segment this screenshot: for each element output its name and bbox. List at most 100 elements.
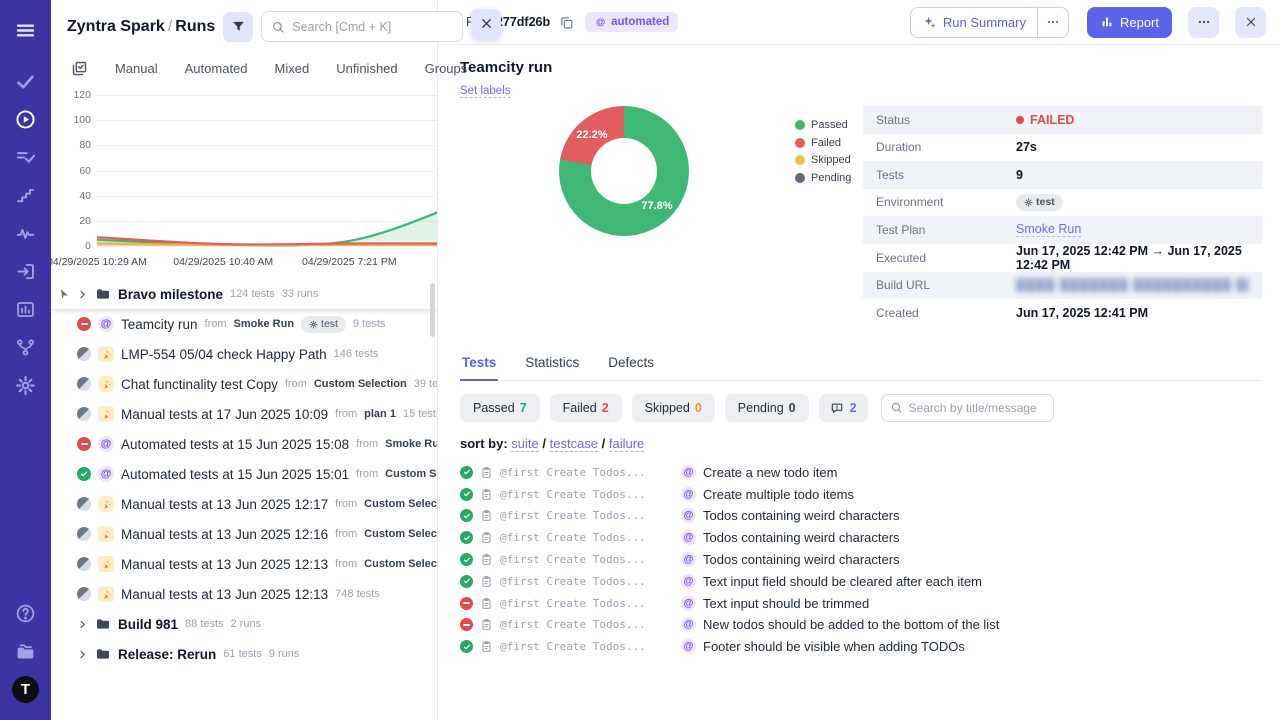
check-sm-icon [463, 577, 471, 585]
detail-value: 9 [1016, 168, 1023, 182]
run-row[interactable]: LMP-554 05/04 check Happy Path 146 tests [51, 339, 437, 369]
runs-search[interactable] [261, 11, 464, 42]
clipboard-icon [480, 618, 493, 631]
sidebar-item-gear[interactable] [9, 369, 43, 402]
tab-mixed[interactable]: Mixed [275, 61, 310, 76]
test-row[interactable]: @first Create Todos... @ Footer should be … [460, 636, 1262, 658]
run-title: Automated tests at 15 Jun 2025 15:08 [121, 436, 350, 452]
legend-label: Failed [811, 136, 841, 149]
tab-defects[interactable]: Defects [606, 351, 656, 381]
filter-icon [231, 19, 246, 34]
sidebar-item-list-check[interactable] [9, 141, 43, 174]
tests-search[interactable] [880, 393, 1054, 422]
sidebar-item-check[interactable] [9, 65, 43, 98]
sort-by-suite[interactable]: suite [511, 435, 539, 452]
list-check-icon [15, 147, 36, 168]
test-row[interactable]: @first Create Todos... @ Text input field … [460, 570, 1262, 592]
run-group-runs-count: 33 runs [281, 288, 319, 300]
test-row[interactable]: @first Create Todos... @ Create a new todo… [460, 462, 1262, 484]
run-row[interactable]: @ Automated tests at 15 Jun 2025 15:01 fro… [51, 459, 437, 489]
folder-icon [95, 286, 111, 302]
automated-badge[interactable]: @ automated [585, 12, 679, 32]
passed-filter-pill[interactable]: Passed 7 [460, 393, 540, 422]
test-row[interactable]: @first Create Todos... @ Todos containing … [460, 527, 1262, 549]
sidebar-item-branch[interactable] [9, 331, 43, 364]
sidebar-item-menu[interactable] [9, 14, 43, 47]
sidebar-item-steps[interactable] [9, 179, 43, 212]
report-button[interactable]: Report [1086, 6, 1172, 38]
comments-filter-pill[interactable]: 2 [818, 393, 868, 422]
test-row[interactable]: @first Create Todos... @ Create multiple t… [460, 483, 1262, 505]
sidebar-item-logo[interactable]: T [9, 673, 43, 706]
pending-filter-pill[interactable]: Pending 0 [724, 393, 809, 422]
run-group-row[interactable]: Build 981 88 tests 2 runs [51, 609, 437, 639]
run-row[interactable]: @ Teamcity run from Smoke Run test 9 tests [51, 309, 437, 339]
search-icon [271, 20, 285, 34]
check-sm-icon [463, 468, 471, 476]
multi-select-icon[interactable] [71, 60, 88, 77]
run-title: Manual tests at 13 Jun 2025 12:16 [121, 526, 329, 542]
sidebar-item-runs[interactable] [9, 103, 43, 136]
legend-item-passed[interactable]: Passed [795, 119, 851, 131]
runs-panel-header: Zyntra Spark / Runs [51, 0, 502, 48]
test-row[interactable]: @first Create Todos... @ Text input should… [460, 592, 1262, 614]
sidebar-bottom-nav [9, 594, 43, 670]
panel-close-button[interactable] [471, 8, 502, 39]
tab-automated[interactable]: Automated [185, 61, 248, 76]
legend-dot [795, 120, 805, 130]
run-group-row[interactable]: Bravo milestone 124 tests 33 runs [51, 279, 437, 309]
copy-icon[interactable] [559, 15, 574, 30]
sidebar-item-pulse[interactable] [9, 217, 43, 250]
set-labels-link[interactable]: Set labels [460, 85, 511, 98]
legend-item-failed[interactable]: Failed [795, 137, 851, 149]
tab-groups[interactable]: Groups [425, 61, 468, 76]
runs-search-input[interactable] [292, 19, 454, 34]
filter-button[interactable] [223, 11, 254, 42]
sort-by-testcase[interactable]: testcase [549, 435, 599, 452]
tab-manual[interactable]: Manual [115, 61, 158, 76]
scrollbar-thumb[interactable] [430, 283, 435, 337]
status-partial-icon [77, 407, 91, 421]
run-row[interactable]: Chat functinality test Copy from Custom Se… [51, 369, 437, 399]
test-row[interactable]: @first Create Todos... @ Todos containing … [460, 549, 1262, 571]
run-group-title: Bravo milestone [118, 286, 224, 302]
close-run-button[interactable] [1235, 6, 1266, 38]
sidebar-item-signin[interactable] [9, 255, 43, 288]
test-row[interactable]: @first Create Todos... @ New todos should … [460, 614, 1262, 636]
failed-filter-pill[interactable]: Failed 2 [549, 393, 622, 422]
status-passed-icon [460, 487, 473, 501]
skipped-filter-pill[interactable]: Skipped 0 [631, 393, 715, 422]
test-suite-path: @first Create Todos... [500, 596, 646, 610]
gear-icon [15, 375, 36, 396]
test-row[interactable]: @first Create Todos... @ Todos containing … [460, 505, 1262, 527]
run-group-row[interactable]: Release: Rerun 61 tests 9 runs [51, 639, 437, 669]
tab-tests[interactable]: Tests [460, 351, 499, 381]
run-row[interactable]: Manual tests at 13 Jun 2025 12:16 from Cus… [51, 519, 437, 549]
run-row[interactable]: Manual tests at 13 Jun 2025 12:13 748 tes… [51, 579, 437, 609]
tests-search-input[interactable] [908, 400, 1045, 415]
breadcrumb-project[interactable]: Zyntra Spark [67, 18, 165, 35]
status-partial-icon [77, 557, 91, 571]
test-suite-path: @first Create Todos... [500, 618, 646, 632]
run-from-label: from [335, 408, 358, 420]
test-title: Footer should be visible when adding TOD… [703, 639, 965, 655]
sidebar-item-folders[interactable] [9, 635, 43, 668]
run-row[interactable]: Manual tests at 13 Jun 2025 12:17 from Cus… [51, 489, 437, 519]
run-summary-button[interactable]: Run Summary [911, 8, 1037, 37]
run-row[interactable]: Manual tests at 13 Jun 2025 12:13 from Cus… [51, 549, 437, 579]
run-row[interactable]: @ Automated tests at 15 Jun 2025 15:08 fro… [51, 429, 437, 459]
sidebar-item-report-box[interactable] [9, 293, 43, 326]
legend-item-skipped[interactable]: Skipped [795, 154, 851, 166]
run-summary-more-button[interactable] [1036, 7, 1068, 37]
run-tests-count: 748 tests [335, 588, 380, 600]
tab-statistics[interactable]: Statistics [523, 351, 581, 381]
run-from-label: from [284, 378, 307, 390]
legend-item-pending[interactable]: Pending [795, 172, 851, 184]
sort-row: sort by: suite / testcase / failure [460, 435, 645, 452]
tab-unfinished[interactable]: Unfinished [336, 61, 397, 76]
sidebar-item-help[interactable] [9, 597, 43, 630]
more-actions-button[interactable] [1188, 6, 1219, 38]
sort-by-failure[interactable]: failure [608, 435, 645, 452]
test-plan-link[interactable]: Smoke Run [1016, 222, 1082, 238]
run-row[interactable]: Manual tests at 17 Jun 2025 10:09 from pla… [51, 399, 437, 429]
